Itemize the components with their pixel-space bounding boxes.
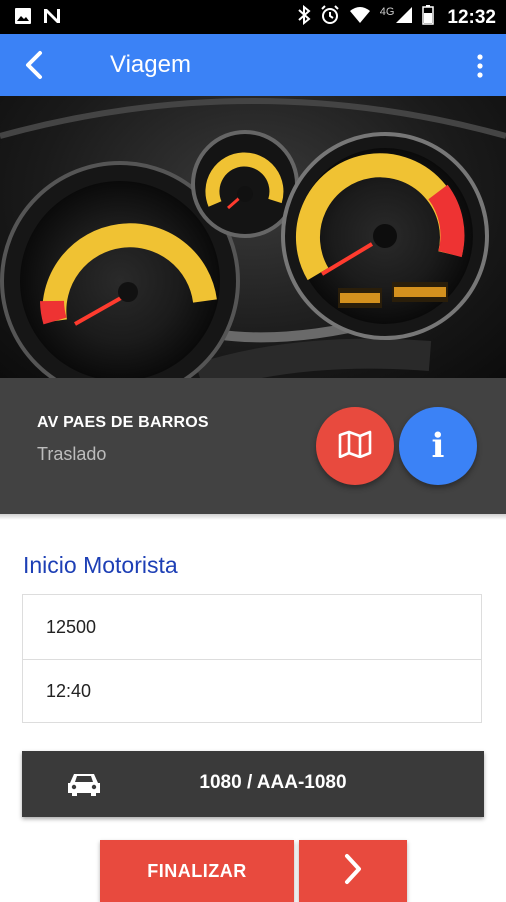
panel-shadow — [0, 514, 506, 520]
image-icon — [14, 7, 32, 30]
time-field[interactable] — [23, 659, 481, 723]
clock: 12:32 — [447, 6, 496, 28]
vehicle-label: 1080 / AAA-1080 — [199, 772, 347, 793]
section-title: Inicio Motorista — [23, 552, 178, 578]
page-title: Viagem — [110, 51, 191, 78]
alarm-icon — [320, 5, 340, 30]
map-button[interactable] — [316, 407, 394, 485]
network-type: 4G — [379, 5, 395, 18]
notification-n-icon — [42, 7, 62, 30]
chevron-right-icon — [343, 853, 363, 890]
vehicle-selector[interactable]: 1080 / AAA-1080 — [22, 751, 484, 817]
map-icon — [338, 430, 372, 463]
odometer-row — [23, 595, 481, 660]
more-vert-icon[interactable] — [474, 53, 486, 79]
status-bar: 4G 12:32 — [0, 0, 506, 34]
app-bar: Viagem — [0, 34, 506, 96]
trip-street: AV PAES DE BARROS — [37, 414, 209, 431]
bluetooth-icon — [297, 4, 311, 30]
trip-type: Traslado — [37, 444, 107, 464]
odometer-field[interactable] — [23, 595, 481, 659]
wifi-icon — [349, 6, 371, 29]
info-icon: i — [431, 426, 445, 466]
finalize-button[interactable]: FINALIZAR — [100, 840, 294, 902]
next-button[interactable] — [299, 840, 407, 902]
dashboard-photo — [0, 96, 506, 378]
time-row — [23, 659, 481, 723]
driver-start-card — [22, 594, 482, 723]
signal-icon — [395, 6, 413, 29]
trip-info-panel: AV PAES DE BARROS Traslado i — [0, 378, 506, 514]
battery-icon — [422, 5, 435, 30]
info-button[interactable]: i — [399, 407, 477, 485]
arrow-back-icon[interactable] — [20, 50, 50, 80]
